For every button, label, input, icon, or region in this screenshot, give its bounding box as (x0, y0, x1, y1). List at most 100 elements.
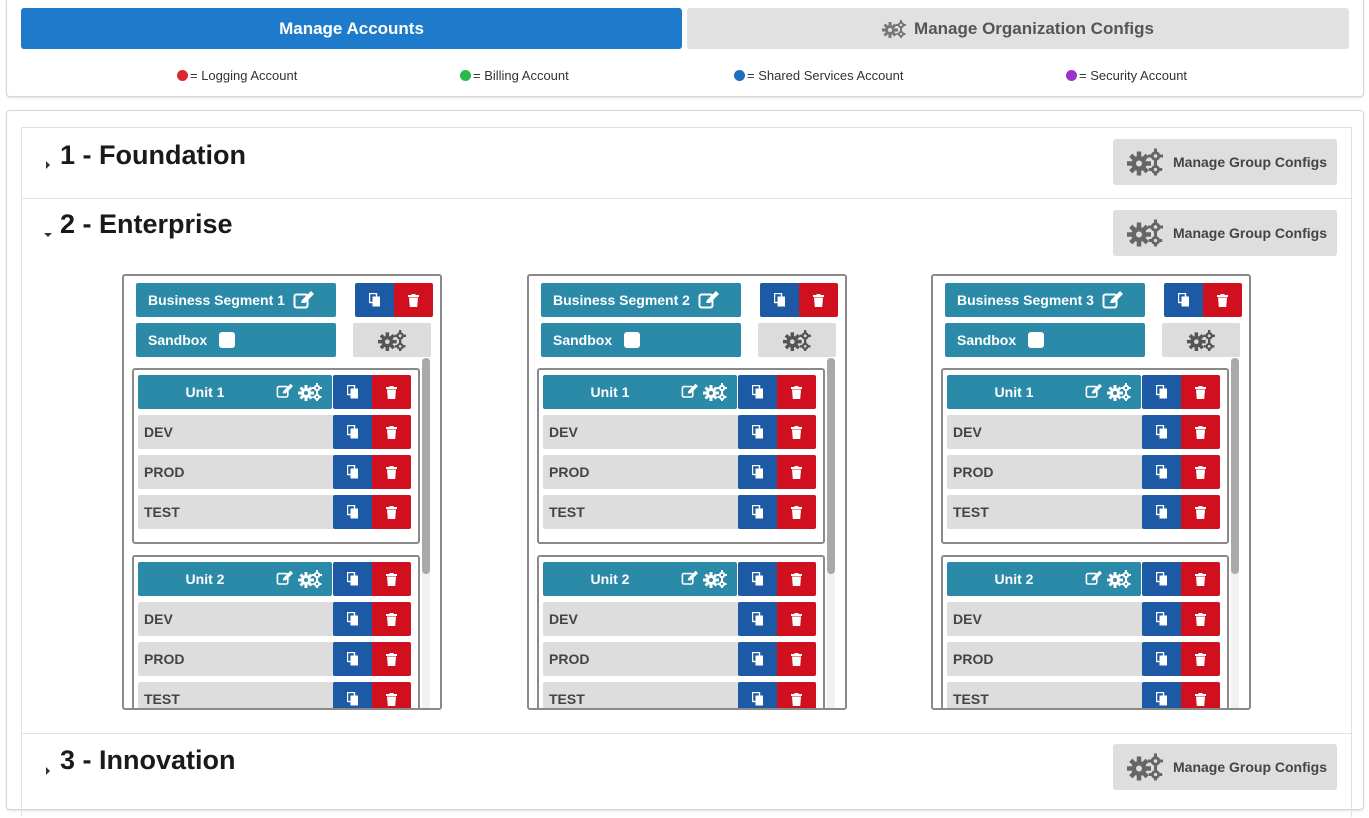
environment-row[interactable]: PROD (138, 455, 334, 489)
environment-row[interactable]: TEST (947, 495, 1143, 529)
edit-icon[interactable] (276, 570, 294, 588)
group-title[interactable]: 1 - Foundation (60, 140, 246, 171)
copy-button[interactable] (333, 495, 372, 529)
sandbox-checkbox[interactable] (219, 332, 236, 348)
edit-icon[interactable] (1102, 290, 1124, 310)
environment-row[interactable]: PROD (543, 642, 739, 676)
scrollbar-thumb[interactable] (422, 358, 430, 574)
environment-row[interactable]: DEV (947, 415, 1143, 449)
delete-button[interactable] (1203, 283, 1242, 317)
delete-button[interactable] (1181, 602, 1220, 636)
manage-group-configs-button[interactable]: Manage Group Configs (1113, 744, 1337, 790)
copy-button[interactable] (333, 455, 372, 489)
delete-button[interactable] (777, 602, 816, 636)
caret-right-icon[interactable] (44, 762, 52, 775)
copy-button[interactable] (738, 415, 777, 449)
environment-row[interactable]: TEST (138, 682, 334, 708)
environment-row[interactable]: PROD (947, 642, 1143, 676)
copy-button[interactable] (355, 283, 394, 317)
delete-button[interactable] (372, 642, 411, 676)
copy-button[interactable] (1142, 495, 1181, 529)
delete-button[interactable] (777, 455, 816, 489)
copy-button[interactable] (1142, 642, 1181, 676)
delete-button[interactable] (372, 455, 411, 489)
scrollbar-thumb[interactable] (827, 358, 835, 574)
copy-button[interactable] (333, 375, 372, 409)
delete-button[interactable] (1181, 682, 1220, 708)
copy-button[interactable] (738, 495, 777, 529)
group-title[interactable]: 2 - Enterprise (60, 209, 233, 240)
copy-button[interactable] (1142, 375, 1181, 409)
copy-button[interactable] (760, 283, 799, 317)
copy-button[interactable] (1142, 455, 1181, 489)
delete-button[interactable] (372, 495, 411, 529)
sandbox-checkbox[interactable] (1028, 332, 1045, 348)
copy-button[interactable] (333, 602, 372, 636)
delete-button[interactable] (777, 642, 816, 676)
environment-row[interactable]: PROD (543, 455, 739, 489)
copy-button[interactable] (1142, 602, 1181, 636)
edit-icon[interactable] (681, 570, 699, 588)
delete-button[interactable] (1181, 495, 1220, 529)
delete-button[interactable] (1181, 562, 1220, 596)
tab-manage-organization-configs[interactable]: Manage Organization Configs (687, 8, 1349, 49)
delete-button[interactable] (1181, 375, 1220, 409)
delete-button[interactable] (777, 562, 816, 596)
environment-row[interactable]: TEST (543, 495, 739, 529)
environment-row[interactable]: DEV (543, 415, 739, 449)
copy-button[interactable] (738, 642, 777, 676)
gears-icon[interactable] (1107, 383, 1131, 401)
gears-icon[interactable] (703, 383, 727, 401)
delete-button[interactable] (372, 682, 411, 708)
delete-button[interactable] (777, 682, 816, 708)
delete-button[interactable] (372, 375, 411, 409)
gears-icon[interactable] (298, 383, 322, 401)
caret-down-icon[interactable] (44, 226, 52, 237)
environment-row[interactable]: TEST (138, 495, 334, 529)
delete-button[interactable] (372, 602, 411, 636)
caret-right-icon[interactable] (44, 156, 52, 169)
delete-button[interactable] (394, 283, 433, 317)
copy-button[interactable] (738, 602, 777, 636)
delete-button[interactable] (777, 415, 816, 449)
copy-button[interactable] (738, 455, 777, 489)
environment-row[interactable]: TEST (543, 682, 739, 708)
copy-button[interactable] (333, 415, 372, 449)
copy-button[interactable] (738, 682, 777, 708)
segment-config-button[interactable] (758, 323, 836, 357)
delete-button[interactable] (372, 562, 411, 596)
environment-row[interactable]: TEST (947, 682, 1143, 708)
environment-row[interactable]: DEV (138, 602, 334, 636)
copy-button[interactable] (1164, 283, 1203, 317)
environment-row[interactable]: DEV (543, 602, 739, 636)
delete-button[interactable] (1181, 642, 1220, 676)
copy-button[interactable] (1142, 562, 1181, 596)
edit-icon[interactable] (1085, 383, 1103, 401)
delete-button[interactable] (1181, 455, 1220, 489)
scrollbar-thumb[interactable] (1231, 358, 1239, 574)
environment-row[interactable]: DEV (947, 602, 1143, 636)
delete-button[interactable] (777, 375, 816, 409)
copy-button[interactable] (738, 562, 777, 596)
copy-button[interactable] (1142, 415, 1181, 449)
segment-config-button[interactable] (1162, 323, 1240, 357)
edit-icon[interactable] (276, 383, 294, 401)
copy-button[interactable] (333, 642, 372, 676)
copy-button[interactable] (738, 375, 777, 409)
delete-button[interactable] (372, 415, 411, 449)
manage-group-configs-button[interactable]: Manage Group Configs (1113, 210, 1337, 256)
delete-button[interactable] (1181, 415, 1220, 449)
delete-button[interactable] (777, 495, 816, 529)
gears-icon[interactable] (703, 570, 727, 588)
gears-icon[interactable] (298, 570, 322, 588)
environment-row[interactable]: PROD (138, 642, 334, 676)
edit-icon[interactable] (293, 290, 315, 310)
segment-config-button[interactable] (353, 323, 431, 357)
group-title[interactable]: 3 - Innovation (60, 745, 236, 776)
copy-button[interactable] (333, 562, 372, 596)
segment-scrollbar[interactable] (827, 358, 835, 708)
environment-row[interactable]: DEV (138, 415, 334, 449)
environment-row[interactable]: PROD (947, 455, 1143, 489)
copy-button[interactable] (333, 682, 372, 708)
gears-icon[interactable] (1107, 570, 1131, 588)
